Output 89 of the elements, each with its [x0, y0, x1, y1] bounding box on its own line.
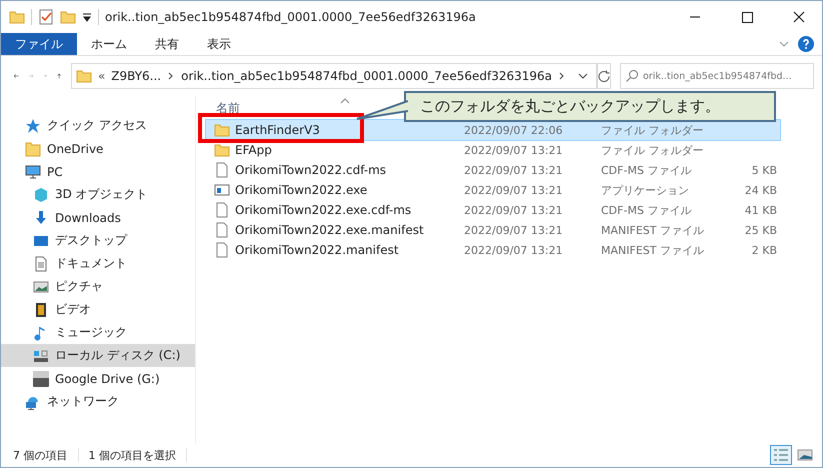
chevron-icon[interactable] — [558, 72, 566, 80]
size-cell-text: 41 KB — [744, 204, 777, 216]
search-icon — [626, 70, 638, 82]
date-cell-text: 2022/09/07 13:21 — [464, 184, 564, 196]
file-name: OrikomiTown2022.exe.manifest — [206, 222, 424, 238]
type-cell-text: アプリケーション — [601, 182, 690, 198]
type-cell-text: ファイル フォルダー — [601, 122, 704, 138]
status-text: 7 個の項目 — [13, 448, 68, 462]
sidebar-item[interactable]: ピクチャ — [1, 275, 195, 298]
file-row[interactable]: OrikomiTown2022.exe.manifest 2022/09/07 13:21 MANIFEST ファイル 25 KB — [206, 220, 780, 240]
overflow-chevron[interactable]: « — [98, 69, 106, 83]
download-icon — [33, 210, 49, 226]
folder-icon — [9, 9, 25, 25]
folder-icon — [214, 142, 230, 158]
folder-icon — [76, 68, 92, 84]
file-row[interactable]: EarthFinderV3 2022/09/07 22:06 ファイル フォルダー — [206, 120, 780, 140]
file-name: OrikomiTown2022.cdf-ms — [206, 162, 386, 178]
folder-icon — [25, 140, 41, 156]
document-icon — [214, 162, 230, 178]
star-icon — [25, 118, 41, 134]
file-row[interactable]: OrikomiTown2022.exe 2022/09/07 13:21 アプリケーション 24 KB — [206, 180, 780, 200]
file-row[interactable]: OrikomiTown2022.exe.cdf-ms 2022/09/07 13:21 CDF-MS ファイル 41 KB — [206, 200, 780, 220]
pc-icon — [25, 164, 41, 180]
refresh-icon — [598, 70, 610, 82]
type-cell-text: CDF-MS ファイル — [601, 202, 692, 218]
chevron-icon[interactable] — [167, 72, 176, 80]
type-cell-text: MANIFEST ファイル — [601, 242, 705, 258]
sidebar-item[interactable]: クイック アクセス — [1, 114, 195, 137]
drive-icon — [33, 370, 49, 386]
column-header[interactable]: 名前 — [206, 100, 240, 116]
file-row[interactable]: EFApp 2022/09/07 13:21 ファイル フォルダー — [206, 140, 780, 160]
size-cell-text: 25 KB — [744, 224, 777, 236]
type-cell-text: CDF-MS ファイル — [601, 162, 692, 178]
breadcrumb[interactable]: orik..tion_ab5ec1b954874fbd_0001.0000_7ee56edf3263196a — [181, 69, 552, 83]
size-cell-text: 24 KB — [744, 184, 777, 196]
picture-icon — [33, 278, 49, 294]
cube-icon — [33, 186, 49, 202]
file-name: EFApp — [206, 142, 272, 158]
dropdown-icon[interactable] — [82, 12, 92, 22]
type-cell-text: MANIFEST ファイル — [601, 222, 705, 238]
document-icon — [214, 202, 230, 218]
document-icon — [214, 242, 230, 258]
date-cell-text: 2022/09/07 13:21 — [464, 224, 564, 236]
document-icon — [214, 222, 230, 238]
sidebar-item[interactable]: PC — [1, 160, 195, 183]
file-row[interactable]: OrikomiTown2022.manifest 2022/09/07 13:21 MANIFEST ファイル 2 KB — [206, 240, 780, 260]
ribbon-tab[interactable]: ファイル — [1, 33, 77, 55]
search-field[interactable]: orik..tion_ab5ec1b954874fbd... — [620, 63, 814, 89]
size-cell-text: 2 KB — [750, 244, 777, 256]
file-name: OrikomiTown2022.exe — [206, 182, 368, 198]
sidebar-item[interactable]: ミュージック — [1, 321, 195, 344]
file-name: OrikomiTown2022.exe.cdf-ms — [206, 202, 412, 218]
details-view-button[interactable] — [770, 445, 792, 465]
date-cell-text: 2022/09/07 22:06 — [464, 124, 564, 136]
sidebar-item[interactable]: ローカル ディスク (C:) — [1, 344, 195, 367]
sort-icon — [340, 98, 350, 104]
properties-icon[interactable] — [38, 9, 54, 25]
sidebar-item[interactable]: ドキュメント — [1, 252, 195, 275]
file-name: OrikomiTown2022.manifest — [206, 242, 399, 258]
dropdown-icon[interactable] — [578, 71, 588, 81]
help-icon[interactable] — [798, 36, 814, 52]
date-cell-text: 2022/09/07 13:21 — [464, 244, 564, 256]
breadcrumb[interactable]: Z9BY6... — [111, 69, 162, 83]
window-icon — [214, 182, 230, 198]
address-bar[interactable]: « Z9BY6... orik..tion_ab5ec1b954874fbd_0001.0000_7ee56edf3263196a — [70, 63, 597, 89]
sidebar-item[interactable]: Downloads — [1, 206, 195, 229]
status-text: 1 個の項目を選択 — [88, 448, 176, 462]
date-cell-text: 2022/09/07 13:21 — [464, 144, 564, 156]
callout-text: このフォルダを丸ごとバックアップします。 — [420, 97, 720, 116]
sidebar-item[interactable]: Google Drive (G:) — [1, 367, 195, 390]
size-cell-text: 5 KB — [750, 164, 777, 176]
date-cell-text: 2022/09/07 13:21 — [464, 204, 564, 216]
disk-icon — [33, 348, 49, 364]
ribbon-tab[interactable]: 表示 — [193, 33, 245, 55]
refresh-button[interactable] — [597, 63, 611, 89]
document-icon — [33, 256, 49, 272]
sidebar-item[interactable]: ビデオ — [1, 298, 195, 321]
type-cell-text: ファイル フォルダー — [601, 142, 704, 158]
sidebar-item[interactable]: OneDrive — [1, 137, 195, 160]
ribbon-tab[interactable]: ホーム — [77, 33, 141, 55]
video-icon — [33, 302, 49, 318]
folder-icon — [214, 122, 230, 138]
sidebar-item[interactable]: デスクトップ — [1, 229, 195, 252]
date-cell-text: 2022/09/07 13:21 — [464, 164, 564, 176]
sidebar-item[interactable]: 3D オブジェクト — [1, 183, 195, 206]
window-title: orik..tion_ab5ec1b954874fbd_0001.0000_7ee56edf3263196a — [105, 10, 476, 24]
file-row[interactable]: OrikomiTown2022.cdf-ms 2022/09/07 13:21 CDF-MS ファイル 5 KB — [206, 160, 780, 180]
sidebar-item[interactable]: ネットワーク — [1, 390, 195, 413]
ribbon-tab[interactable]: 共有 — [141, 33, 193, 55]
